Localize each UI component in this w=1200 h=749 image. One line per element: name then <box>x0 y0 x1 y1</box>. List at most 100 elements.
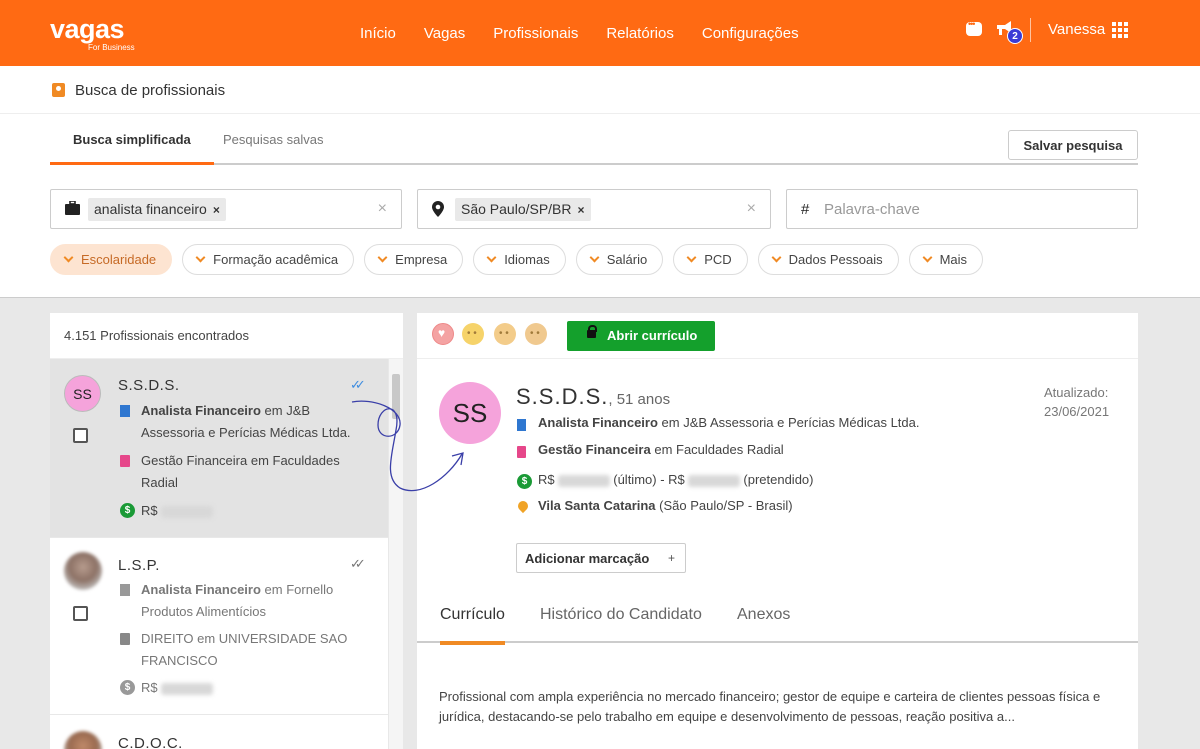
candidate-detail-panel: • • • • • • Abrir currículo SS S.S.D.S.,… <box>417 313 1138 749</box>
clear-role-field[interactable]: × <box>378 200 387 218</box>
nav-inicio[interactable]: Início <box>360 25 396 42</box>
filter-idiomas[interactable]: Idiomas <box>473 244 566 275</box>
chevron-down-icon <box>922 252 933 263</box>
save-search-button[interactable]: Salvar pesquisa <box>1008 130 1138 160</box>
detail-job-company: em J&B Assessoria e Perícias Médicas Ltd… <box>661 415 920 430</box>
top-navigation-bar: vagas For Business Início Vagas Profissi… <box>0 0 1200 66</box>
book-icon <box>120 633 130 645</box>
candidate-checkbox[interactable] <box>73 606 88 621</box>
briefcase-icon <box>65 201 80 215</box>
filter-label: Formação acadêmica <box>213 252 339 267</box>
results-header: 4.151 Profissionais encontrados <box>50 313 403 359</box>
candidate-name: C.D.O.C. <box>118 735 183 749</box>
location-field[interactable]: São Paulo/SP/BR × × <box>417 189 771 229</box>
tab-anexos[interactable]: Anexos <box>737 606 790 624</box>
open-resume-label: Abrir currículo <box>607 328 698 343</box>
detail-job-title: Analista Financeiro <box>538 415 658 430</box>
search-tabs: Busca simplificada Pesquisas salvas <box>50 122 1138 165</box>
profile-card-icon <box>52 83 65 97</box>
role-chip: analista financeiro × <box>88 198 226 221</box>
filter-label: Escolaridade <box>81 252 157 267</box>
keyword-field[interactable]: # <box>786 189 1138 229</box>
scrollbar-thumb[interactable] <box>392 374 400 419</box>
chat-icon[interactable] <box>966 19 982 36</box>
list-scrollbar[interactable] <box>388 359 403 749</box>
book-icon <box>517 446 526 458</box>
updated-date: 23/06/2021 <box>1044 404 1110 419</box>
job-title: Analista Financeiro <box>141 582 261 597</box>
tab-curriculo[interactable]: Currículo <box>440 606 505 645</box>
filter-label: Salário <box>606 252 648 267</box>
candidate-job: Analista Financeiro em J&B Assessoria e … <box>120 400 370 444</box>
filter-formacao-academica[interactable]: Formação acadêmica <box>182 244 355 275</box>
double-check-icon: ✓✓ <box>350 377 366 392</box>
results-list-panel: 4.151 Profissionais encontrados SS S.S.D… <box>50 313 403 749</box>
plus-icon: + <box>667 551 675 565</box>
candidate-card[interactable]: L.S.P. ✓✓ Analista Financeiro em Fornell… <box>50 538 388 715</box>
filter-mais[interactable]: Mais <box>908 244 984 275</box>
salary-prefix: R$ <box>141 503 158 518</box>
tab-historico-do-candidato[interactable]: Histórico do Candidato <box>540 606 702 624</box>
filter-empresa[interactable]: Empresa <box>364 244 464 275</box>
chevron-down-icon <box>771 252 782 263</box>
role-field[interactable]: analista financeiro × × <box>50 189 402 229</box>
vagas-logo[interactable]: vagas <box>50 14 125 45</box>
candidate-age: , 51 anos <box>608 391 671 408</box>
candidate-checkbox[interactable] <box>73 428 88 443</box>
heart-reaction-icon[interactable] <box>432 323 454 345</box>
remove-location-chip[interactable]: × <box>578 203 585 217</box>
candidate-card-selected[interactable]: SS S.S.D.S. ✓✓ Analista Financeiro em J&… <box>50 359 388 538</box>
keyword-input[interactable] <box>824 198 1124 220</box>
sad-face-icon[interactable]: • • <box>525 323 547 345</box>
tab-busca-simplificada[interactable]: Busca simplificada <box>50 122 214 165</box>
nav-configuracoes[interactable]: Configurações <box>702 25 799 42</box>
candidate-card[interactable]: C.D.O.C. <box>50 715 388 749</box>
detail-education: Gestão Financeira em Faculdades Radial <box>517 442 784 462</box>
candidate-name: S.S.D.S. <box>118 377 180 394</box>
filter-pcd[interactable]: PCD <box>673 244 748 275</box>
filter-escolaridade[interactable]: Escolaridade <box>50 244 173 275</box>
detail-tabs: Currículo Histórico do Candidato Anexos <box>417 595 1138 645</box>
job-title: Analista Financeiro <box>141 403 261 418</box>
divider <box>1030 18 1031 42</box>
apps-grid-icon[interactable] <box>1112 22 1128 38</box>
candidate-photo <box>64 552 102 590</box>
filter-salario[interactable]: Salário <box>575 244 664 275</box>
user-menu[interactable]: Vanessa <box>1048 21 1105 38</box>
detail-education-school: em Faculdades Radial <box>654 442 784 457</box>
candidate-avatar-large: SS <box>439 382 501 444</box>
filter-dados-pessoais[interactable]: Dados Pessoais <box>757 244 899 275</box>
candidate-name: L.S.P. <box>118 557 160 574</box>
location-region: (São Paulo/SP - Brasil) <box>659 498 793 513</box>
neutral-face-icon[interactable]: • • <box>494 323 516 345</box>
nav-relatorios[interactable]: Relatórios <box>606 25 674 42</box>
nav-profissionais[interactable]: Profissionais <box>493 25 578 42</box>
candidate-education: Gestão Financeira em Faculdades Radial <box>120 450 370 494</box>
building-icon <box>517 419 526 431</box>
add-tag-button[interactable]: Adicionar marcação + <box>516 543 686 573</box>
salary-prefix: R$ <box>538 472 555 487</box>
location-chip: São Paulo/SP/BR × <box>455 198 591 221</box>
candidate-education: DIREITO em UNIVERSIDADE SAO FRANCISCO <box>120 628 370 672</box>
money-icon: $ <box>517 474 532 489</box>
clear-location-field[interactable]: × <box>747 200 756 218</box>
filter-label: Empresa <box>395 252 448 267</box>
chevron-down-icon <box>377 252 388 263</box>
open-resume-button[interactable]: Abrir currículo <box>567 321 715 351</box>
nav-vagas[interactable]: Vagas <box>424 25 465 42</box>
location-pin-icon <box>515 498 531 514</box>
filter-label: Mais <box>939 252 968 267</box>
candidate-avatar: SS <box>64 375 101 412</box>
last-salary-hidden <box>557 474 610 487</box>
location-chip-label: São Paulo/SP/BR <box>461 201 572 217</box>
happy-face-icon[interactable]: • • <box>462 323 484 345</box>
remove-role-chip[interactable]: × <box>213 203 220 217</box>
updated-label: Atualizado: <box>1044 385 1109 400</box>
resume-summary: Profissional com ampla experiência no me… <box>439 689 1101 724</box>
candidate-photo <box>64 731 102 749</box>
tab-pesquisas-salvas[interactable]: Pesquisas salvas <box>223 132 323 147</box>
detail-location: Vila Santa Catarina (São Paulo/SP - Bras… <box>515 498 793 518</box>
building-icon <box>120 405 130 417</box>
salary-wanted-label: (pretendido) <box>743 472 814 487</box>
candidate-detail-name: S.S.D.S., 51 anos <box>516 384 670 410</box>
